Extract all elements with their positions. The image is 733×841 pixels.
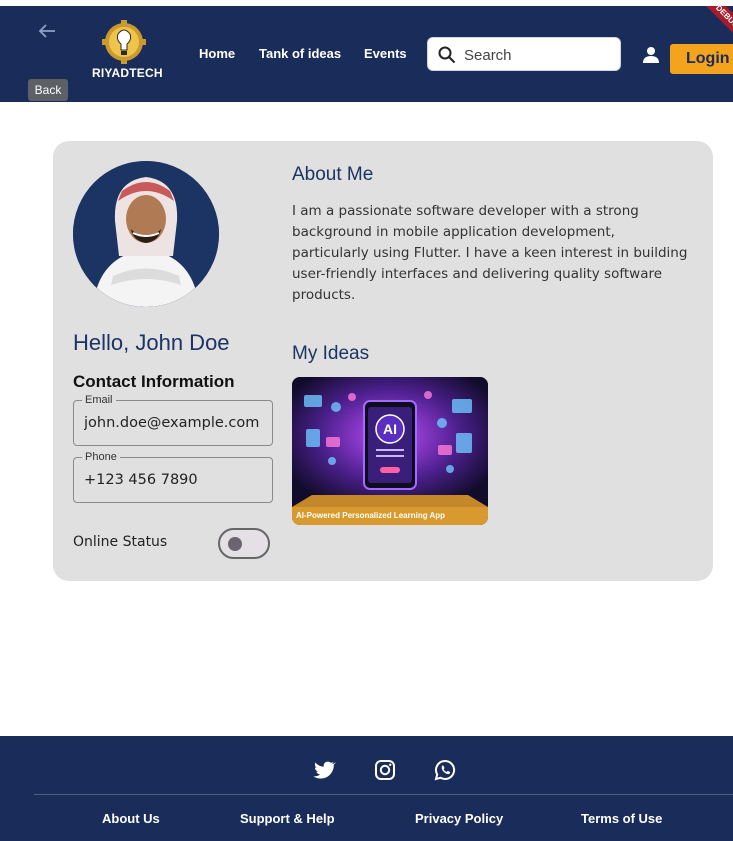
- back-arrow-icon[interactable]: [36, 20, 58, 42]
- phone-input[interactable]: [84, 469, 269, 491]
- phone-label: Phone: [82, 451, 120, 463]
- footer-support-link[interactable]: Support & Help: [240, 811, 335, 826]
- about-title: About Me: [292, 164, 374, 185]
- email-input[interactable]: [84, 412, 269, 434]
- search-box[interactable]: [427, 37, 621, 71]
- search-icon: [438, 46, 456, 64]
- email-label: Email: [82, 394, 116, 406]
- footer-privacy-link[interactable]: Privacy Policy: [415, 811, 503, 826]
- logo-text: RIYADTECH: [92, 66, 163, 80]
- online-status-label: Online Status: [73, 534, 168, 550]
- idea-card[interactable]: AI AI-Powered Personalized Learning App: [292, 377, 488, 525]
- nav-home-link[interactable]: Home: [199, 46, 235, 61]
- bulb-gear-logo-icon: [102, 20, 146, 64]
- logo-icon[interactable]: [88, 20, 170, 94]
- toggle-knob: [228, 537, 242, 551]
- back-tooltip: Back: [28, 79, 68, 101]
- email-field[interactable]: Email: [73, 394, 273, 446]
- about-text: I am a passionate software developer wit…: [292, 203, 688, 303]
- user-icon[interactable]: [642, 46, 660, 64]
- avatar: [73, 161, 219, 307]
- online-status-toggle[interactable]: [218, 528, 270, 559]
- footer-about-us-link[interactable]: About Us: [102, 811, 160, 826]
- login-button[interactable]: Login: [670, 44, 733, 74]
- instagram-icon[interactable]: [373, 758, 397, 782]
- top-navbar: Back RIYADTECH Home Tank of ideas Events: [0, 6, 733, 102]
- whatsapp-icon[interactable]: [433, 758, 457, 782]
- phone-field[interactable]: Phone: [73, 451, 273, 503]
- idea-thumbnail: AI: [292, 377, 488, 507]
- back-arrow-svg: [38, 24, 55, 38]
- twitter-icon[interactable]: [312, 758, 336, 782]
- nav-events-link[interactable]: Events: [364, 46, 407, 61]
- idea-caption: AI-Powered Personalized Learning App: [292, 507, 488, 525]
- nav-tank-of-ideas-link[interactable]: Tank of ideas: [259, 46, 341, 61]
- idea-ai-badge: AI: [383, 421, 397, 437]
- profile-photo: [73, 161, 219, 307]
- profile-greeting: Hello, John Doe: [73, 330, 230, 355]
- footer-divider: [34, 794, 733, 795]
- footer: About Us Support & Help Privacy Policy T…: [0, 736, 733, 841]
- ideas-title: My Ideas: [292, 343, 370, 364]
- debug-banner: DEBUG: [697, 6, 733, 47]
- contact-title: Contact Information: [73, 372, 235, 391]
- search-input[interactable]: [464, 44, 614, 66]
- footer-terms-link[interactable]: Terms of Use: [581, 811, 662, 826]
